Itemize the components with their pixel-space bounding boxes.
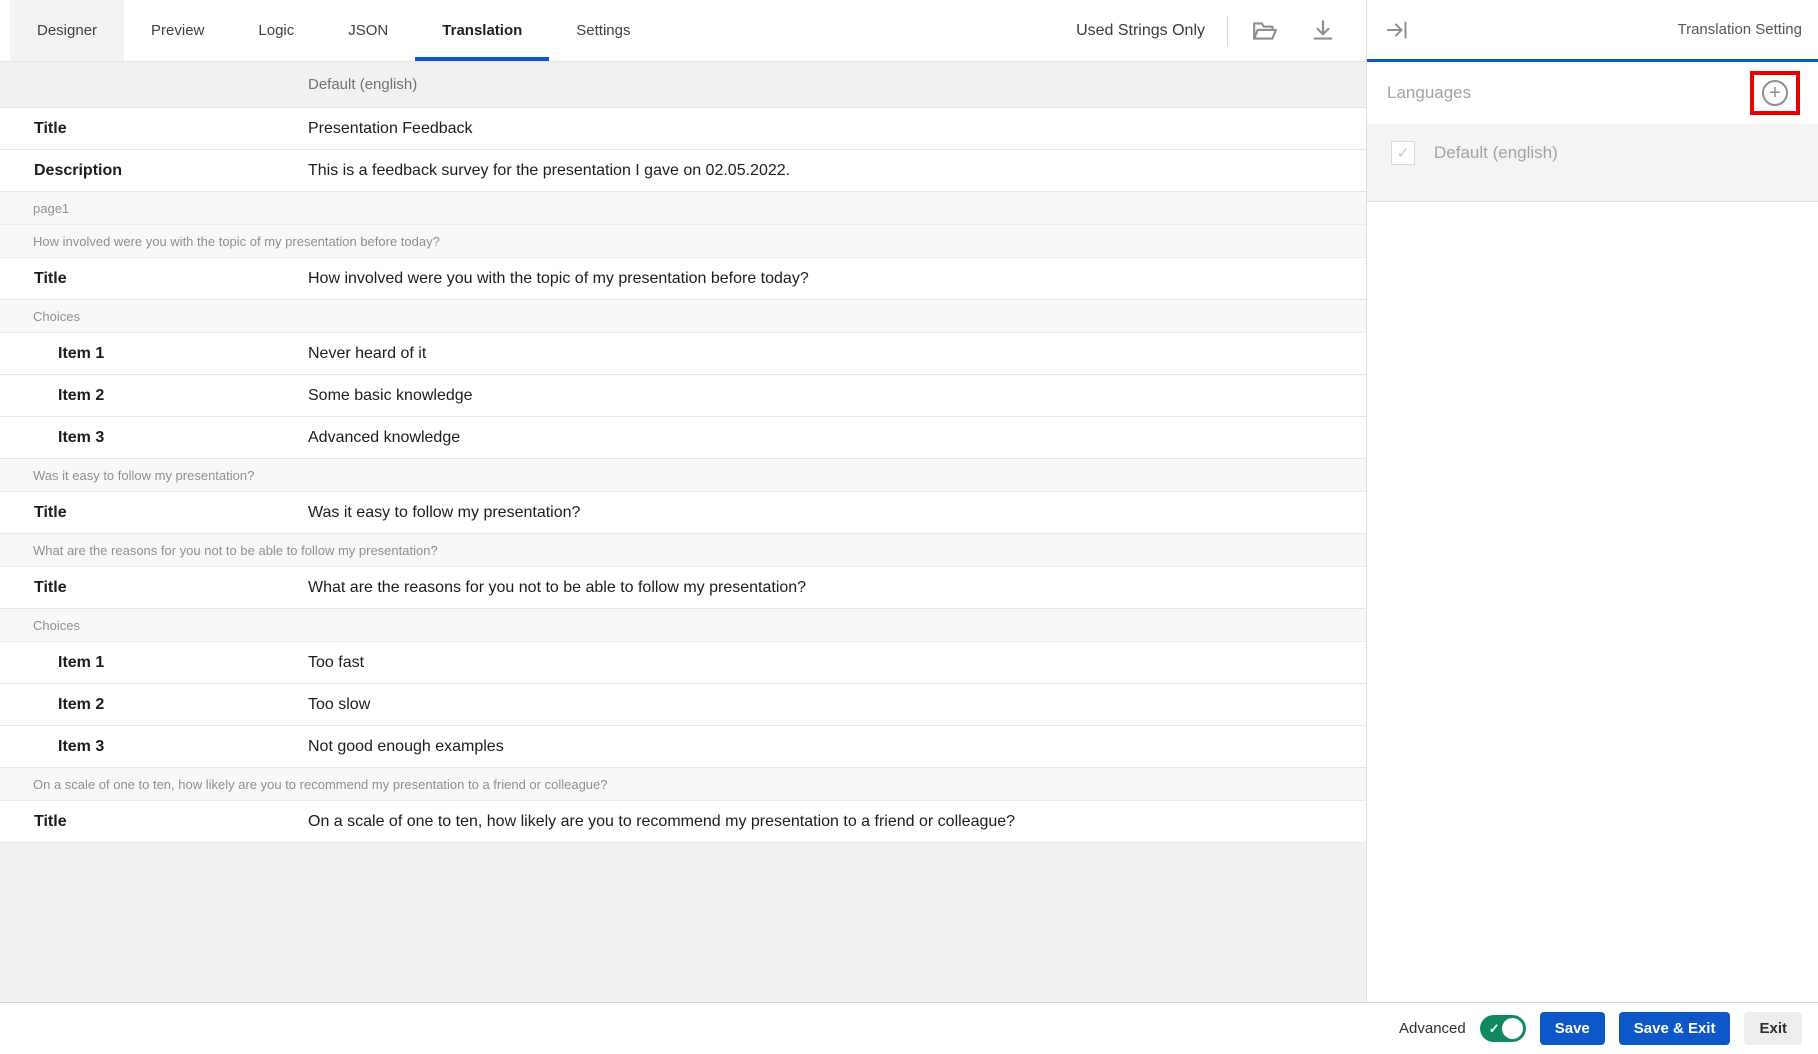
string-value-cell[interactable]: Never heard of it (308, 345, 426, 363)
tab-json[interactable]: JSON (321, 0, 415, 61)
translation-row: DescriptionThis is a feedback survey for… (0, 150, 1366, 192)
default-language-row: ✓ Default (english) (1367, 124, 1818, 202)
save-and-exit-button[interactable]: Save & Exit (1619, 1012, 1731, 1045)
translation-row: TitlePresentation Feedback (0, 108, 1366, 150)
group-header-row: Choices (0, 300, 1366, 333)
group-header-label: On a scale of one to ten, how likely are… (33, 777, 608, 792)
add-language-highlight: + (1750, 71, 1800, 115)
tab-translation[interactable]: Translation (415, 0, 549, 61)
default-language-checkbox[interactable]: ✓ (1391, 141, 1415, 165)
translation-row: Item 2Some basic knowledge (0, 375, 1366, 417)
languages-label: Languages (1387, 83, 1471, 103)
translation-row: TitleOn a scale of one to ten, how likel… (0, 801, 1366, 843)
checkmark-icon: ✓ (1489, 1021, 1500, 1037)
translation-row: Item 3Advanced knowledge (0, 417, 1366, 459)
tab-logic[interactable]: Logic (231, 0, 321, 61)
group-header-row: Choices (0, 609, 1366, 642)
string-value-cell[interactable]: Was it easy to follow my presentation? (308, 504, 580, 522)
string-label: Title (0, 504, 308, 522)
tab-preview[interactable]: Preview (124, 0, 231, 61)
translation-row: Item 1Never heard of it (0, 333, 1366, 375)
group-header-label: Choices (33, 309, 80, 324)
tab-settings[interactable]: Settings (549, 0, 657, 61)
group-header-label: page1 (33, 201, 69, 216)
string-value-cell[interactable]: Too slow (308, 696, 370, 714)
panel-header: Translation Setting (1367, 0, 1818, 62)
default-language-label: Default (english) (1434, 141, 1558, 165)
translation-table-header: Default (english) (0, 62, 1366, 108)
translation-row: Item 1Too fast (0, 642, 1366, 684)
string-value-cell[interactable]: Not good enough examples (308, 738, 504, 756)
string-label: Title (0, 579, 308, 597)
group-header-row: On a scale of one to ten, how likely are… (0, 768, 1366, 801)
group-header-label: Choices (33, 618, 80, 633)
toolbar-divider (1227, 16, 1228, 46)
string-label: Title (0, 813, 308, 831)
used-strings-only-toggle[interactable]: Used Strings Only (1076, 22, 1205, 40)
string-label: Title (0, 120, 308, 138)
group-header-row: page1 (0, 192, 1366, 225)
group-header-row: How involved were you with the topic of … (0, 225, 1366, 258)
string-label: Item 1 (0, 654, 308, 672)
string-label: Title (0, 270, 308, 288)
checkmark-icon: ✓ (1397, 144, 1410, 162)
string-value-cell[interactable]: Too fast (308, 654, 364, 672)
footer-action-bar: Advanced ✓ Save Save & Exit Exit (0, 1002, 1818, 1054)
string-label: Item 3 (0, 429, 308, 447)
string-value-cell[interactable]: Advanced knowledge (308, 429, 460, 447)
advanced-label: Advanced (1399, 1020, 1466, 1037)
group-header-label: How involved were you with the topic of … (33, 234, 440, 249)
collapse-panel-icon (1385, 18, 1409, 42)
string-value-cell[interactable]: What are the reasons for you not to be a… (308, 579, 806, 597)
advanced-toggle[interactable]: ✓ (1480, 1015, 1526, 1042)
language-column-header: Default (english) (308, 76, 417, 93)
tab-bar: DesignerPreviewLogicJSONTranslationSetti… (0, 0, 1366, 62)
translation-main: DesignerPreviewLogicJSONTranslationSetti… (0, 0, 1366, 1002)
save-button[interactable]: Save (1540, 1012, 1605, 1045)
open-folder-icon (1252, 18, 1278, 44)
translation-row: TitleHow involved were you with the topi… (0, 258, 1366, 300)
string-label: Description (0, 162, 308, 180)
string-label: Item 2 (0, 696, 308, 714)
content-area: DesignerPreviewLogicJSONTranslationSetti… (0, 0, 1818, 1002)
exit-button[interactable]: Exit (1744, 1012, 1802, 1045)
add-language-button[interactable]: + (1762, 80, 1788, 106)
group-header-label: Was it easy to follow my presentation? (33, 468, 254, 483)
translation-row: Item 2Too slow (0, 684, 1366, 726)
translation-row: TitleWhat are the reasons for you not to… (0, 567, 1366, 609)
string-value-cell[interactable]: On a scale of one to ten, how likely are… (308, 813, 1015, 831)
translation-row: Item 3Not good enough examples (0, 726, 1366, 768)
group-header-row: What are the reasons for you not to be a… (0, 534, 1366, 567)
translation-settings-panel: Translation Setting Languages + ✓ Defaul… (1366, 0, 1818, 1002)
string-label: Item 2 (0, 387, 308, 405)
collapse-panel-button[interactable] (1385, 18, 1409, 42)
download-icon (1310, 18, 1336, 44)
string-value-cell[interactable]: Presentation Feedback (308, 120, 473, 138)
string-label: Item 3 (0, 738, 308, 756)
survey-creator-app: DesignerPreviewLogicJSONTranslationSetti… (0, 0, 1818, 1054)
string-value-cell[interactable]: How involved were you with the topic of … (308, 270, 809, 288)
tabs-container: DesignerPreviewLogicJSONTranslationSetti… (10, 0, 658, 61)
group-header-label: What are the reasons for you not to be a… (33, 543, 438, 558)
languages-section-header: Languages + (1367, 62, 1818, 124)
tab-bar-right: Used Strings Only (1076, 0, 1366, 61)
string-value-cell[interactable]: This is a feedback survey for the presen… (308, 162, 790, 180)
panel-title: Translation Setting (1677, 21, 1802, 38)
translation-rows: TitlePresentation FeedbackDescriptionThi… (0, 108, 1366, 1002)
export-translation-button[interactable] (1308, 16, 1338, 46)
tab-designer[interactable]: Designer (10, 0, 124, 61)
import-translation-button[interactable] (1250, 16, 1280, 46)
toggle-knob (1502, 1018, 1523, 1039)
group-header-row: Was it easy to follow my presentation? (0, 459, 1366, 492)
string-label: Item 1 (0, 345, 308, 363)
string-value-cell[interactable]: Some basic knowledge (308, 387, 473, 405)
translation-row: TitleWas it easy to follow my presentati… (0, 492, 1366, 534)
